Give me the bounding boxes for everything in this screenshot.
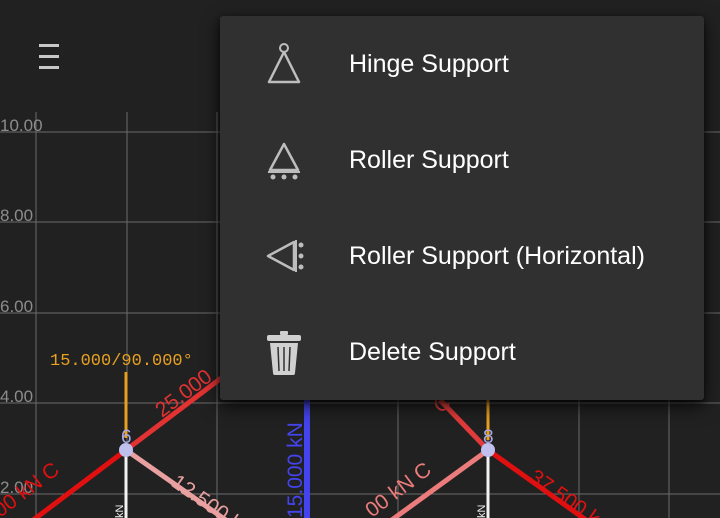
menu-bar [39, 55, 59, 58]
member-label: 00 kN C [0, 458, 64, 518]
member-label: kN [114, 505, 126, 518]
member-label: 25.000 [151, 365, 216, 422]
menu-item-delete-support[interactable]: Delete Support [220, 304, 704, 400]
roller-support-horizontal-icon [266, 240, 304, 272]
menu-item-label: Delete Support [349, 338, 516, 366]
menu-bar [39, 44, 59, 47]
node-label: 8 [483, 427, 494, 448]
roller-support-icon [268, 142, 300, 180]
member-label: kN [476, 505, 488, 518]
menu-item-label: Roller Support [349, 146, 509, 174]
menu-item-roller-support[interactable]: Roller Support [220, 112, 704, 208]
menu-button[interactable] [28, 40, 72, 76]
menu-item-hinge-support[interactable]: Hinge Support [220, 16, 704, 112]
trash-icon [267, 331, 301, 375]
force-label: 15.000/90.000° [50, 352, 193, 371]
menu-item-label: Hinge Support [349, 50, 509, 78]
menu-bar [39, 66, 59, 69]
y-tick-label: 6.00 [0, 297, 33, 316]
support-context-menu: Hinge Support Roller Support Roller Supp… [220, 16, 704, 400]
node-label: 6 [121, 427, 132, 448]
hinge-support-icon [267, 43, 301, 84]
y-tick-label: 8.00 [0, 206, 33, 225]
menu-item-label: Roller Support (Horizontal) [349, 242, 645, 270]
member-label: 37.500 k [525, 465, 605, 518]
menu-item-roller-support-horizontal[interactable]: Roller Support (Horizontal) [220, 208, 704, 304]
y-tick-label: 4.00 [0, 387, 33, 406]
member-label: 15.000 kN [284, 422, 307, 518]
y-tick-label: 10.00 [0, 116, 43, 135]
